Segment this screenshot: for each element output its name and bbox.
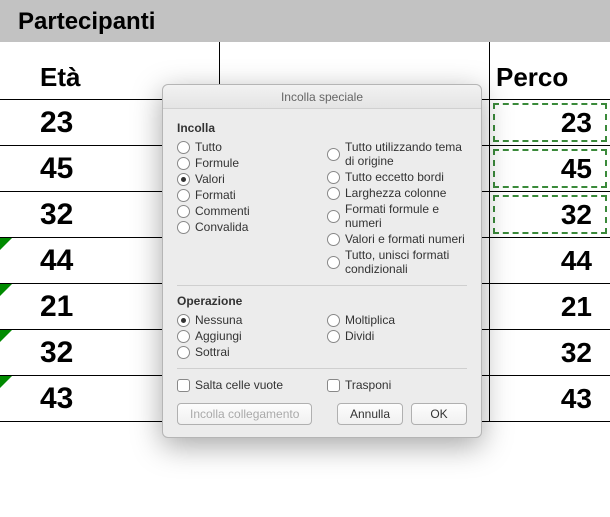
paste-option[interactable]: Tutto utilizzando tema di origine (327, 139, 467, 169)
cell-value: 32 (561, 199, 592, 231)
paste-option[interactable]: Formule (177, 155, 317, 171)
error-indicator-icon (0, 238, 12, 250)
cell-right[interactable]: 23 (490, 100, 610, 145)
cell-right[interactable]: 43 (490, 376, 610, 421)
cancel-button[interactable]: Annulla (337, 403, 403, 425)
cell-value: 43 (40, 382, 73, 416)
operation-option[interactable]: Aggiungi (177, 328, 317, 344)
radio-icon (327, 314, 340, 327)
paste-label: Valori (195, 172, 225, 186)
paste-special-dialog: Incolla speciale Incolla Tutto Formule Val… (162, 84, 482, 438)
skip-blanks-checkbox[interactable]: Salta celle vuote (177, 377, 317, 393)
radio-icon (177, 141, 190, 154)
cell-value: 45 (40, 152, 73, 186)
radio-icon (177, 346, 190, 359)
transpose-checkbox[interactable]: Trasponi (327, 377, 467, 393)
checkbox-icon (177, 379, 190, 392)
radio-icon (327, 210, 340, 223)
cell-value: 32 (561, 337, 592, 369)
page-title: Partecipanti (0, 0, 610, 42)
col-header-right[interactable]: Perco (490, 42, 610, 99)
radio-icon (177, 221, 190, 234)
operation-label: Nessuna (195, 313, 242, 327)
operation-label: Dividi (345, 329, 374, 343)
paste-option[interactable]: Tutto, unisci formati condizionali (327, 247, 467, 277)
paste-label: Convalida (195, 220, 248, 234)
radio-icon (327, 233, 340, 246)
paste-option[interactable]: Formati formule e numeri (327, 201, 467, 231)
radio-icon (327, 330, 340, 343)
paste-option[interactable]: Convalida (177, 219, 317, 235)
operation-option[interactable]: Nessuna (177, 312, 317, 328)
paste-label: Commenti (195, 204, 250, 218)
paste-label: Formati (195, 188, 236, 202)
cell-right[interactable]: 32 (490, 192, 610, 237)
radio-icon (177, 173, 190, 186)
paste-label: Larghezza colonne (345, 186, 446, 200)
radio-icon (177, 330, 190, 343)
operation-label: Aggiungi (195, 329, 242, 343)
radio-icon (327, 187, 340, 200)
cell-value: 21 (40, 290, 73, 324)
paste-option[interactable]: Valori (177, 171, 317, 187)
radio-icon (177, 157, 190, 170)
cell-value: 32 (40, 198, 73, 232)
radio-icon (177, 205, 190, 218)
error-indicator-icon (0, 284, 12, 296)
operation-option[interactable]: Dividi (327, 328, 467, 344)
cell-value: 23 (561, 107, 592, 139)
radio-icon (327, 148, 340, 161)
ok-button[interactable]: OK (411, 403, 467, 425)
error-indicator-icon (0, 330, 12, 342)
cell-value: 23 (40, 106, 73, 140)
paste-section-label: Incolla (177, 121, 467, 135)
paste-label: Formati formule e numeri (345, 202, 467, 230)
radio-icon (177, 189, 190, 202)
paste-label: Tutto utilizzando tema di origine (345, 140, 467, 168)
operation-label: Sottrai (195, 345, 230, 359)
operation-option[interactable]: Moltiplica (327, 312, 467, 328)
checkbox-icon (327, 379, 340, 392)
paste-option[interactable]: Tutto (177, 139, 317, 155)
paste-label: Formule (195, 156, 239, 170)
cell-right[interactable]: 21 (490, 284, 610, 329)
error-indicator-icon (0, 376, 12, 388)
cell-value: 43 (561, 383, 592, 415)
cell-value: 45 (561, 153, 592, 185)
paste-option[interactable]: Larghezza colonne (327, 185, 467, 201)
cell-value: 44 (561, 245, 592, 277)
operation-section-label: Operazione (177, 294, 467, 308)
paste-link-button: Incolla collegamento (177, 403, 312, 425)
radio-icon (327, 256, 340, 269)
skip-blanks-label: Salta celle vuote (195, 378, 283, 392)
paste-option[interactable]: Formati (177, 187, 317, 203)
paste-label: Tutto, unisci formati condizionali (345, 248, 467, 276)
cell-right[interactable]: 32 (490, 330, 610, 375)
cell-value: 44 (40, 244, 73, 278)
paste-option[interactable]: Valori e formati numeri (327, 231, 467, 247)
transpose-label: Trasponi (345, 378, 391, 392)
paste-label: Tutto eccetto bordi (345, 170, 444, 184)
operation-option[interactable]: Sottrai (177, 344, 317, 360)
paste-option[interactable]: Tutto eccetto bordi (327, 169, 467, 185)
cell-value: 21 (561, 291, 592, 323)
operation-label: Moltiplica (345, 313, 395, 327)
cell-value: 32 (40, 336, 73, 370)
cell-right[interactable]: 45 (490, 146, 610, 191)
dialog-title: Incolla speciale (163, 85, 481, 109)
radio-icon (177, 314, 190, 327)
paste-label: Tutto (195, 140, 222, 154)
paste-option[interactable]: Commenti (177, 203, 317, 219)
cell-right[interactable]: 44 (490, 238, 610, 283)
paste-label: Valori e formati numeri (345, 232, 465, 246)
radio-icon (327, 171, 340, 184)
